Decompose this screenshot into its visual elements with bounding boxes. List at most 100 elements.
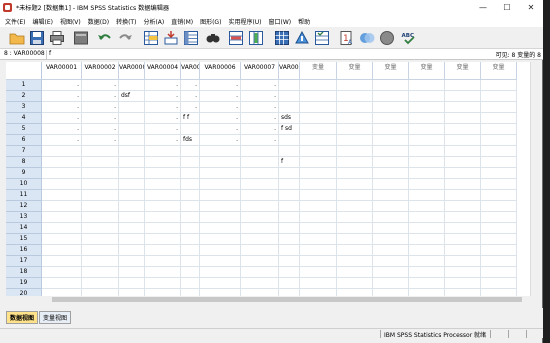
data-cell[interactable]: . bbox=[200, 113, 241, 124]
row-header[interactable]: 12 bbox=[6, 201, 42, 212]
data-cell[interactable] bbox=[481, 267, 517, 278]
data-cell[interactable] bbox=[409, 201, 445, 212]
data-cell[interactable]: f sd bbox=[279, 124, 300, 135]
data-cell[interactable] bbox=[241, 278, 279, 289]
data-cell[interactable] bbox=[279, 135, 300, 146]
data-cell[interactable] bbox=[119, 278, 145, 289]
data-cell[interactable] bbox=[145, 223, 181, 234]
data-cell[interactable] bbox=[82, 278, 119, 289]
data-cell[interactable] bbox=[373, 267, 409, 278]
data-cell[interactable] bbox=[119, 157, 145, 168]
data-cell[interactable] bbox=[119, 201, 145, 212]
data-cell[interactable] bbox=[445, 289, 481, 296]
data-cell[interactable] bbox=[481, 124, 517, 135]
data-cell[interactable] bbox=[119, 289, 145, 296]
data-cell[interactable] bbox=[279, 289, 300, 296]
data-cell[interactable] bbox=[145, 245, 181, 256]
row-header[interactable]: 18 bbox=[6, 267, 42, 278]
data-cell[interactable] bbox=[241, 157, 279, 168]
data-cell[interactable] bbox=[337, 223, 373, 234]
data-cell[interactable] bbox=[145, 256, 181, 267]
data-cell[interactable] bbox=[300, 289, 337, 296]
data-cell[interactable]: . bbox=[42, 80, 82, 91]
data-cell[interactable] bbox=[181, 245, 200, 256]
data-cell[interactable] bbox=[445, 113, 481, 124]
insert-variable-icon[interactable] bbox=[248, 30, 264, 46]
data-cell[interactable] bbox=[300, 201, 337, 212]
data-cell[interactable] bbox=[119, 245, 145, 256]
data-cell[interactable] bbox=[181, 256, 200, 267]
data-cell[interactable] bbox=[82, 212, 119, 223]
data-cell[interactable] bbox=[279, 91, 300, 102]
data-cell[interactable] bbox=[119, 135, 145, 146]
menu-item[interactable]: 转换(T) bbox=[116, 17, 136, 26]
tab-data-view[interactable]: 数据视图 bbox=[6, 311, 39, 324]
find-icon[interactable] bbox=[205, 30, 221, 46]
menu-item[interactable]: 数据(D) bbox=[88, 17, 109, 26]
data-cell[interactable] bbox=[279, 190, 300, 201]
data-cell[interactable]: . bbox=[181, 102, 200, 113]
row-header[interactable]: 15 bbox=[6, 234, 42, 245]
row-header[interactable]: 11 bbox=[6, 190, 42, 201]
data-cell[interactable] bbox=[145, 179, 181, 190]
data-cell[interactable]: . bbox=[241, 102, 279, 113]
data-cell[interactable] bbox=[409, 157, 445, 168]
data-cell[interactable] bbox=[445, 223, 481, 234]
row-header[interactable]: 14 bbox=[6, 223, 42, 234]
data-cell[interactable] bbox=[145, 201, 181, 212]
menu-item[interactable]: 视图(V) bbox=[60, 17, 81, 26]
data-cell[interactable] bbox=[200, 157, 241, 168]
data-cell[interactable] bbox=[145, 267, 181, 278]
data-cell[interactable] bbox=[200, 245, 241, 256]
data-cell[interactable] bbox=[241, 256, 279, 267]
data-cell[interactable]: . bbox=[82, 135, 119, 146]
data-cell[interactable]: . bbox=[145, 113, 181, 124]
data-cell[interactable] bbox=[181, 146, 200, 157]
menu-item[interactable]: 直销(M) bbox=[171, 17, 193, 26]
data-cell[interactable]: . bbox=[145, 102, 181, 113]
row-header[interactable]: 10 bbox=[6, 179, 42, 190]
data-cell[interactable] bbox=[373, 168, 409, 179]
data-cell[interactable] bbox=[337, 91, 373, 102]
row-header[interactable]: 5 bbox=[6, 124, 42, 135]
data-cell[interactable] bbox=[337, 157, 373, 168]
select-cases-icon[interactable] bbox=[314, 30, 330, 46]
data-cell[interactable] bbox=[82, 168, 119, 179]
data-cell[interactable]: . bbox=[42, 135, 82, 146]
data-cell[interactable] bbox=[145, 278, 181, 289]
data-cell[interactable] bbox=[481, 245, 517, 256]
data-cell[interactable] bbox=[181, 212, 200, 223]
data-cell[interactable] bbox=[409, 80, 445, 91]
data-cell[interactable] bbox=[42, 168, 82, 179]
data-cell[interactable] bbox=[279, 102, 300, 113]
data-cell[interactable] bbox=[279, 168, 300, 179]
data-cell[interactable] bbox=[337, 113, 373, 124]
data-cell[interactable] bbox=[145, 289, 181, 296]
data-cell[interactable] bbox=[241, 201, 279, 212]
data-cell[interactable]: . bbox=[241, 135, 279, 146]
data-cell[interactable] bbox=[409, 124, 445, 135]
data-cell[interactable] bbox=[279, 278, 300, 289]
data-cell[interactable] bbox=[200, 212, 241, 223]
data-cell[interactable] bbox=[82, 234, 119, 245]
data-cell[interactable] bbox=[445, 190, 481, 201]
maximize-button[interactable]: ☐ bbox=[495, 0, 519, 15]
data-cell[interactable] bbox=[82, 256, 119, 267]
data-cell[interactable]: . bbox=[200, 124, 241, 135]
data-cell[interactable] bbox=[481, 234, 517, 245]
data-cell[interactable] bbox=[300, 124, 337, 135]
data-cell[interactable] bbox=[241, 190, 279, 201]
data-cell[interactable] bbox=[82, 201, 119, 212]
menu-item[interactable]: 编辑(E) bbox=[32, 17, 52, 26]
data-cell[interactable] bbox=[145, 234, 181, 245]
data-cell[interactable] bbox=[300, 135, 337, 146]
data-cell[interactable] bbox=[409, 278, 445, 289]
data-cell[interactable]: . bbox=[82, 113, 119, 124]
variables-icon[interactable] bbox=[183, 30, 199, 46]
data-cell[interactable] bbox=[445, 124, 481, 135]
data-cell[interactable] bbox=[145, 146, 181, 157]
data-cell[interactable] bbox=[82, 245, 119, 256]
data-cell[interactable] bbox=[481, 168, 517, 179]
data-cell[interactable] bbox=[445, 135, 481, 146]
data-cell[interactable]: . bbox=[200, 102, 241, 113]
